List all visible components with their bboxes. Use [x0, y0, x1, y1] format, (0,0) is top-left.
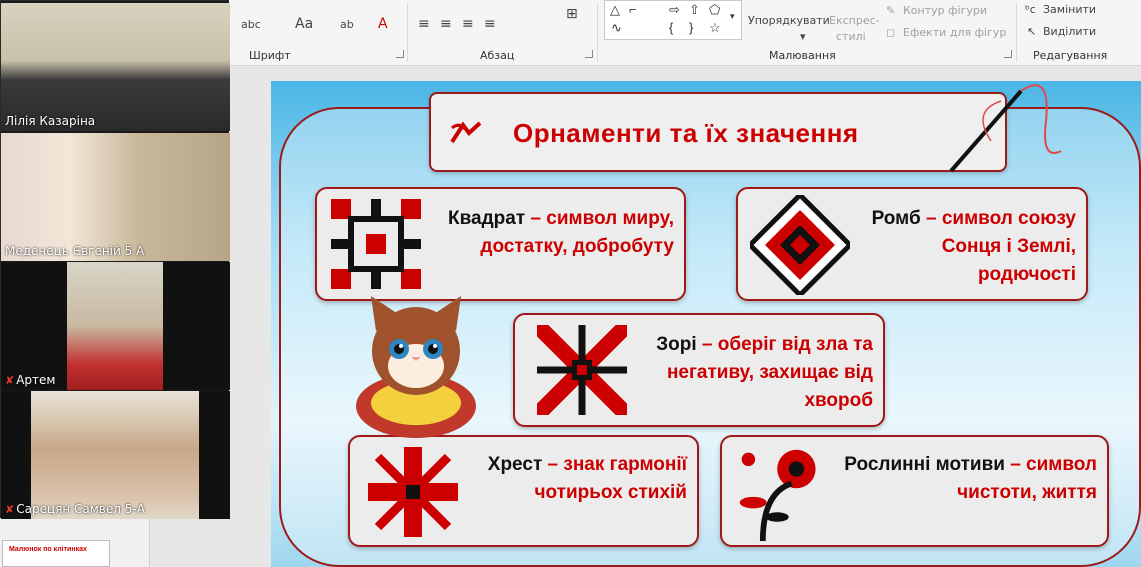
- shape-effects-icon[interactable]: ◻: [886, 26, 895, 39]
- card-rhombus-head: Ромб: [871, 208, 921, 229]
- arrange-dropdown-icon[interactable]: ▾: [800, 30, 806, 43]
- participant-name: Меденець Євгеній 5 А: [5, 244, 144, 258]
- thumbnail-title: Малюнок по клітинках: [9, 546, 87, 553]
- font-launcher-icon[interactable]: [396, 50, 404, 58]
- shapes-gallery[interactable]: △ ⌐ ⇨ ⇧ ⬠ ∿ { } ☆ ▾: [604, 0, 742, 40]
- group-label-editing: Редагування: [1033, 49, 1108, 62]
- participant-name: ✘ Сарецян Самвел 5-А: [5, 502, 145, 516]
- participant-name-text: Лілія Казаріна: [5, 114, 96, 128]
- divider: [1016, 4, 1017, 62]
- video-feed: [1, 3, 230, 131]
- square-ornament-icon: [331, 199, 421, 289]
- select-cursor-icon[interactable]: ↖: [1027, 25, 1036, 38]
- participant-name-text: Сарецян Самвел 5-А: [16, 502, 145, 516]
- participant-tile[interactable]: Меденець Євгеній 5 А: [1, 133, 230, 261]
- ornament-card-square: Квадрат – символ миру, достатку, добробу…: [315, 187, 686, 301]
- divider: [597, 4, 598, 62]
- arrow-shape-icon[interactable]: ⇨: [669, 2, 680, 18]
- shape-outline-button[interactable]: Контур фігури: [903, 4, 987, 17]
- card-square-text: Квадрат – символ миру, достатку, добробу…: [424, 205, 674, 261]
- video-feed-inner: [67, 262, 163, 390]
- quick-styles-label-2: стилі: [836, 30, 866, 43]
- align-center-icon[interactable]: ≡: [440, 16, 452, 32]
- video-feed: [1, 133, 230, 261]
- smartart-icon[interactable]: ⊞: [566, 6, 578, 22]
- slide-thumbnail[interactable]: Малюнок по клітинках: [2, 540, 110, 567]
- ornament-card-cross: Хрест – знак гармонії чотирьох стихій: [348, 435, 699, 547]
- card-stars-text: Зорі – оберіг від зла та негативу, захищ…: [623, 331, 873, 415]
- up-arrow-shape-icon[interactable]: ⇧: [689, 2, 700, 18]
- video-feed-inner: [31, 391, 199, 519]
- participant-name-text: Артем: [16, 373, 56, 387]
- font-color-icon[interactable]: A: [378, 16, 388, 32]
- participant-tile[interactable]: ✘ Артем: [1, 262, 230, 390]
- ornament-card-stars: Зорі – оберіг від зла та негативу, захищ…: [513, 313, 885, 427]
- align-left-icon[interactable]: ≡: [418, 16, 430, 32]
- slide-title: Орнаменти та їх значення: [513, 118, 859, 148]
- star-ornament-icon: [537, 325, 627, 415]
- brace-shape-icon[interactable]: {: [669, 20, 673, 35]
- needle-thread-icon: [949, 84, 1062, 173]
- strikethrough-button[interactable]: abc: [241, 18, 261, 31]
- card-plants-text: Рослинні мотиви – символ чистоти, життя: [837, 451, 1097, 507]
- align-right-icon[interactable]: ≡: [462, 16, 474, 32]
- card-rhombus-text: Ромб – символ союзу Сонця і Землі, родюч…: [846, 205, 1076, 289]
- arrange-button[interactable]: Упорядкувати: [748, 14, 830, 27]
- justify-icon[interactable]: ≡: [484, 16, 496, 32]
- shape-outline-icon[interactable]: ✎: [886, 4, 895, 17]
- mic-muted-icon[interactable]: ✘: [5, 503, 14, 516]
- connector-shape-icon[interactable]: ⌐: [629, 2, 637, 17]
- curve-shape-icon[interactable]: ∿: [611, 20, 622, 36]
- change-case-button[interactable]: Aa: [295, 16, 313, 32]
- participant-name: Лілія Казаріна: [5, 114, 95, 128]
- brace-shape-icon[interactable]: }: [689, 20, 693, 35]
- card-stars-body: – оберіг від зла та негативу, захищає ві…: [666, 334, 873, 411]
- cross-ornament-icon: [368, 447, 458, 537]
- participant-name-text: Меденець Євгеній 5 А: [5, 244, 145, 258]
- drawing-launcher-icon[interactable]: [1004, 50, 1012, 58]
- select-button[interactable]: Виділити: [1043, 25, 1096, 38]
- card-cross-body: – знак гармонії чотирьох стихій: [534, 454, 688, 503]
- replace-icon[interactable]: ᵇc: [1025, 3, 1036, 16]
- group-label-drawing: Малювання: [769, 49, 836, 62]
- more-shapes-icon[interactable]: ▾: [730, 11, 735, 22]
- title-box: Орнаменти та їх значення: [429, 92, 1007, 172]
- ornament-card-rhombus: Ромб – символ союзу Сонця і Землі, родюч…: [736, 187, 1088, 301]
- shape-effects-button[interactable]: Ефекти для фігур: [903, 26, 1006, 39]
- flower-ornament-icon: [739, 449, 816, 542]
- paragraph-launcher-icon[interactable]: [585, 50, 593, 58]
- participant-tile[interactable]: Лілія Казаріна: [1, 3, 230, 131]
- presentation-slide: Орнаменти та їх значення Квадрат – симво…: [271, 81, 1141, 567]
- highlight-button[interactable]: ab: [340, 18, 354, 31]
- card-rhombus-body: – символ союзу Сонця і Землі, родючості: [920, 208, 1076, 285]
- kitten-illustration: [356, 296, 476, 438]
- card-plants-head: Рослинні мотиви: [844, 454, 1005, 475]
- card-stars-head: Зорі: [656, 334, 697, 355]
- participant-name: ✘ Артем: [5, 373, 55, 387]
- ornament-card-plants: Рослинні мотиви – символ чистоти, життя: [720, 435, 1109, 547]
- group-label-paragraph: Абзац: [480, 49, 515, 62]
- participant-tile[interactable]: ✘ Сарецян Самвел 5-А: [1, 391, 230, 519]
- video-participants-panel: Лілія Казаріна Меденець Євгеній 5 А ✘ Арт…: [0, 0, 230, 519]
- ornament-icon: [450, 121, 482, 144]
- quick-styles-button[interactable]: Експрес-: [829, 14, 880, 27]
- group-label-font: Шрифт: [249, 49, 291, 62]
- star-shape-icon[interactable]: ☆: [709, 20, 721, 36]
- mic-muted-icon[interactable]: ✘: [5, 374, 14, 387]
- card-cross-head: Хрест: [487, 454, 543, 475]
- triangle-shape-icon[interactable]: △: [610, 2, 620, 18]
- card-square-head: Квадрат: [448, 208, 526, 229]
- rhombus-ornament-icon: [750, 195, 850, 295]
- card-cross-text: Хрест – знак гармонії чотирьох стихій: [447, 451, 687, 507]
- divider: [407, 4, 408, 62]
- pentagon-shape-icon[interactable]: ⬠: [709, 2, 720, 18]
- replace-button[interactable]: Замінити: [1043, 3, 1096, 16]
